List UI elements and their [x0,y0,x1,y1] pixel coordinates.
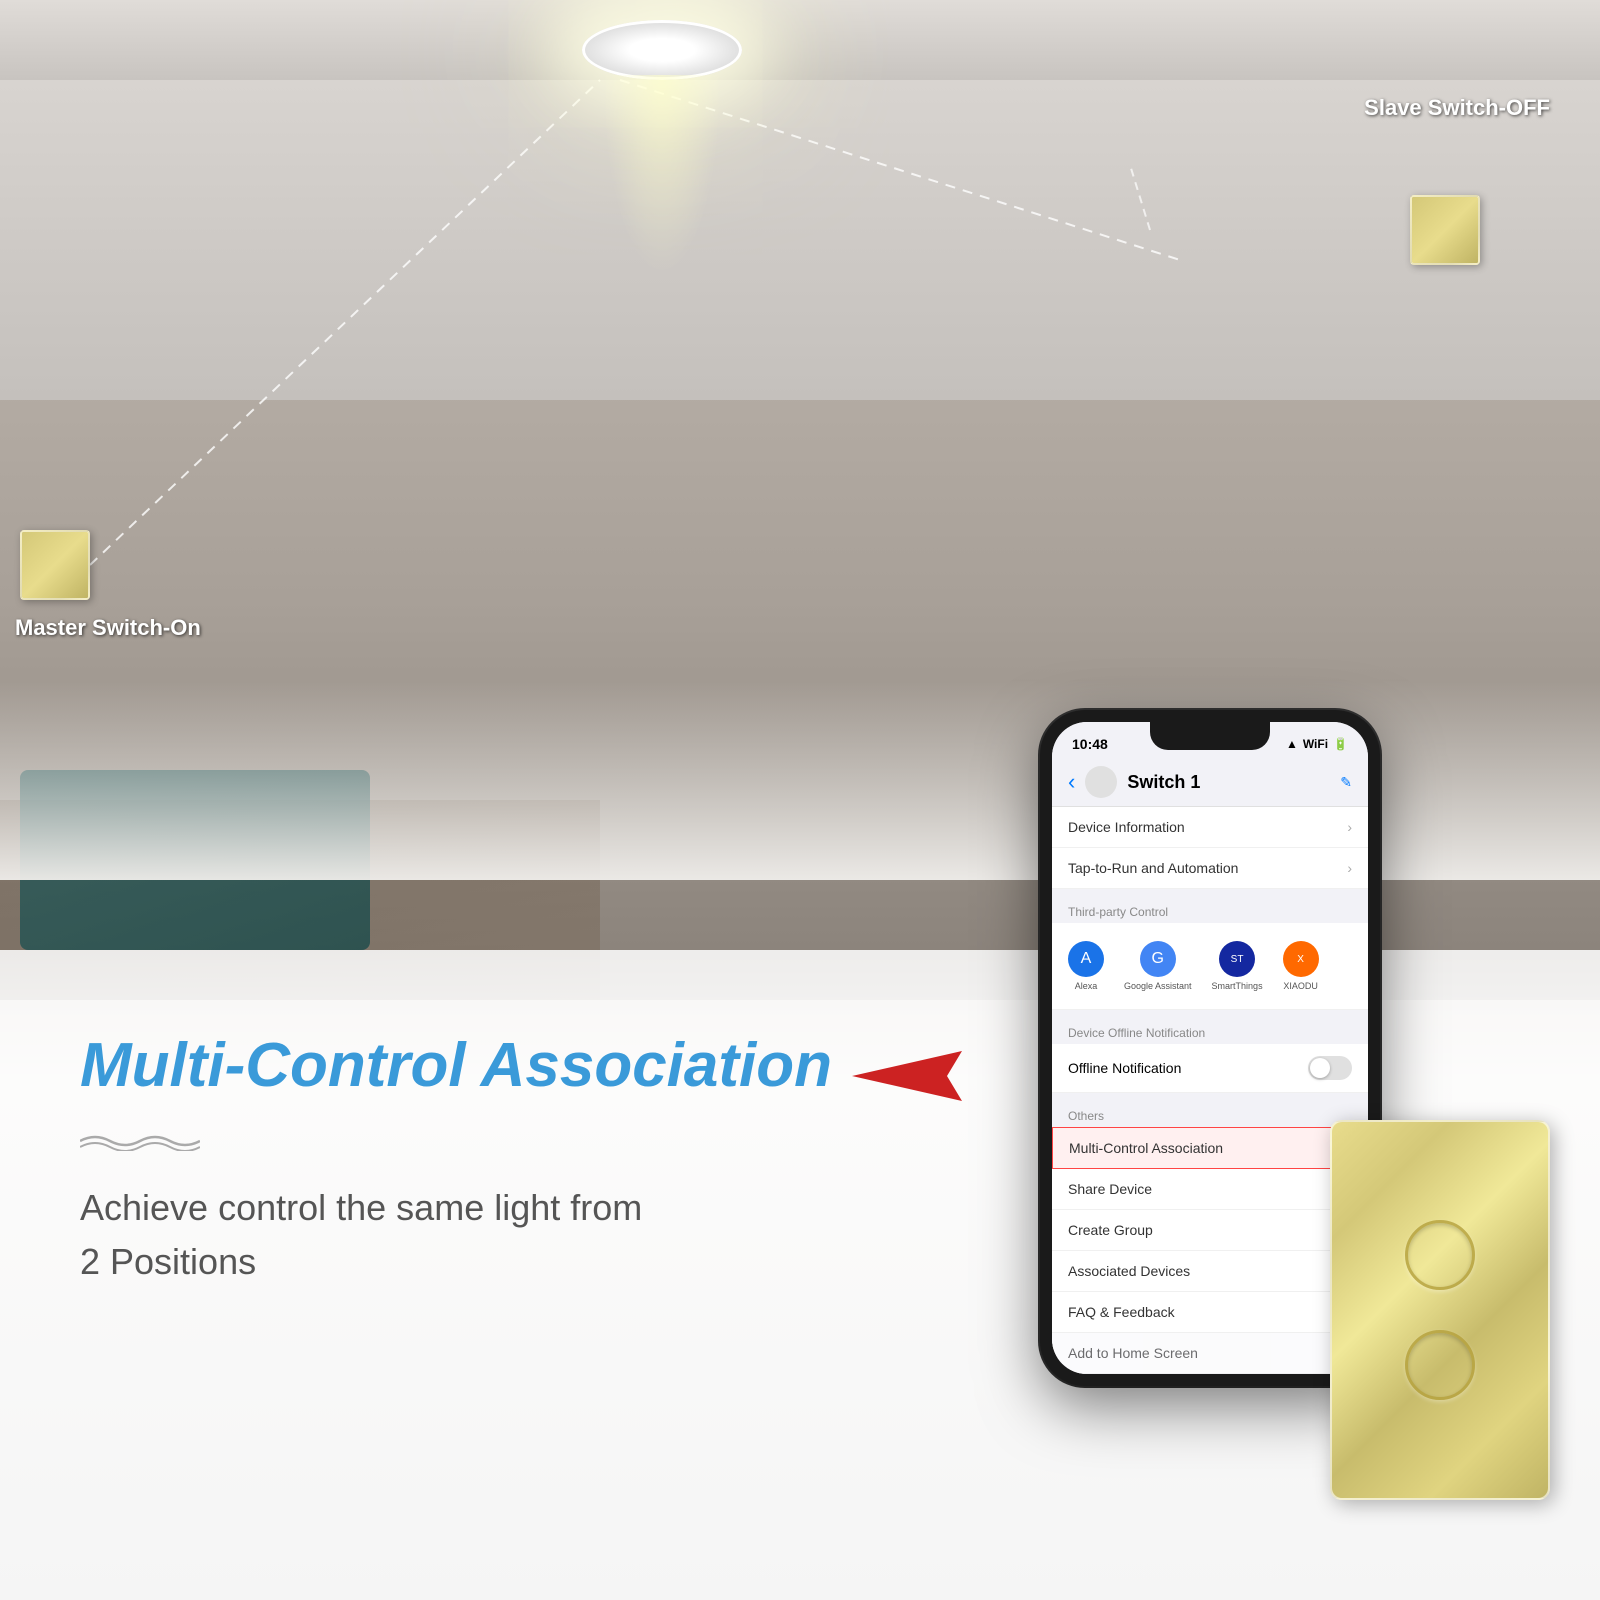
signal-icon: ▲ [1286,737,1298,751]
menu-item-add-home-label: Add to Home Screen [1068,1345,1198,1361]
smartthings-circle: ST [1219,941,1255,977]
slave-switch-label: Slave Switch-OFF [1364,95,1550,121]
alexa-circle: A [1068,941,1104,977]
menu-item-tap-to-run-label: Tap-to-Run and Automation [1068,860,1238,876]
third-party-control-section: A Alexa G Google Assistant ST SmartThing… [1052,923,1368,1010]
nav-title: Switch 1 [1127,772,1340,793]
status-time: 10:48 [1072,736,1108,752]
gold-button-1[interactable] [1405,1220,1475,1290]
master-switch-label: Master Switch-On [15,615,201,641]
alexa-icon-item[interactable]: A Alexa [1068,941,1104,991]
phone-menu-list: Device Information › Tap-to-Run and Auto… [1052,807,1368,1374]
offline-section-label: Device Offline Notification [1052,1018,1368,1044]
slave-switch-box [1410,195,1480,265]
menu-separator-1 [1052,889,1368,897]
ceiling-light [582,20,762,100]
xiaodu-circle: X [1283,941,1319,977]
menu-separator-2 [1052,1010,1368,1018]
menu-item-multi-control-label: Multi-Control Association [1069,1140,1223,1156]
google-icon-item[interactable]: G Google Assistant [1124,941,1192,991]
bottom-section: Multi-Control Association Achieve contro… [0,950,1600,1600]
third-party-section-label: Third-party Control [1052,897,1368,923]
menu-item-device-info[interactable]: Device Information › [1052,807,1368,848]
phone-nav-bar: ‹ Switch 1 ✎ [1052,758,1368,807]
menu-item-faq-label: FAQ & Feedback [1068,1304,1175,1320]
gold-switch-panel [1330,1120,1550,1500]
offline-notification-label: Offline Notification [1068,1060,1181,1076]
menu-separator-3 [1052,1093,1368,1101]
menu-item-associated-devices-label: Associated Devices [1068,1263,1190,1279]
xiaodu-icon-item[interactable]: X XIAODU [1283,941,1319,991]
master-switch-box [20,530,90,600]
menu-item-multi-control[interactable]: Multi-Control Association › [1052,1127,1368,1169]
third-party-icons-row: A Alexa G Google Assistant ST SmartThing… [1068,933,1352,999]
smartthings-label: SmartThings [1212,981,1263,991]
offline-notification-toggle[interactable] [1308,1056,1352,1080]
alexa-label: Alexa [1075,981,1098,991]
menu-item-device-info-label: Device Information [1068,819,1185,835]
menu-item-share-device[interactable]: Share Device › [1052,1169,1368,1210]
multi-control-title: Multi-Control Association [80,1030,832,1101]
smartthings-icon-item[interactable]: ST SmartThings [1212,941,1263,991]
menu-item-tap-to-run[interactable]: Tap-to-Run and Automation › [1052,848,1368,889]
toggle-knob [1310,1058,1330,1078]
battery-icon: 🔋 [1333,737,1348,751]
back-button[interactable]: ‹ [1068,769,1075,795]
offline-notification-row: Offline Notification [1052,1044,1368,1093]
light-fixture [582,20,742,80]
chevron-right-icon-2: › [1347,860,1352,876]
edit-icon[interactable]: ✎ [1340,774,1352,791]
menu-item-associated-devices[interactable]: Associated Devices › [1052,1251,1368,1292]
xiaodu-label: XIAODU [1283,981,1318,991]
menu-item-create-group[interactable]: Create Group › [1052,1210,1368,1251]
phone-frame: 10:48 ▲ WiFi 🔋 ‹ Switch 1 ✎ [1040,710,1380,1386]
wave-svg [80,1131,200,1151]
red-arrow-icon [852,1051,982,1101]
text-section: Multi-Control Association Achieve contro… [80,1010,1040,1289]
menu-item-add-home[interactable]: Add to Home Screen › [1052,1333,1368,1374]
wifi-icon: WiFi [1303,737,1328,751]
menu-item-faq[interactable]: FAQ & Feedback › [1052,1292,1368,1333]
description-text: Achieve control the same light from 2 Po… [80,1181,780,1289]
google-circle: G [1140,941,1176,977]
google-label: Google Assistant [1124,981,1192,991]
chevron-right-icon: › [1347,819,1352,835]
menu-item-create-group-label: Create Group [1068,1222,1153,1238]
gold-button-2[interactable] [1405,1330,1475,1400]
phone-screen: 10:48 ▲ WiFi 🔋 ‹ Switch 1 ✎ [1052,722,1368,1374]
device-icon-small [1085,766,1117,798]
phone-notch [1150,722,1270,750]
status-icons: ▲ WiFi 🔋 [1286,737,1348,751]
menu-item-share-device-label: Share Device [1068,1181,1152,1197]
wave-decoration [80,1131,1040,1156]
others-section-label: Others [1052,1101,1368,1127]
